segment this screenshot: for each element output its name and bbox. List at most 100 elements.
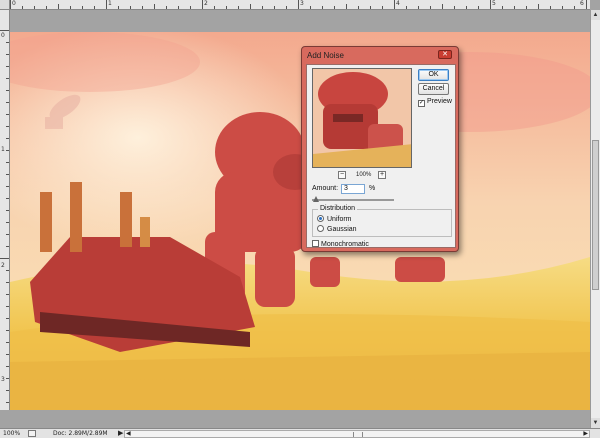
uniform-radio[interactable] <box>317 215 324 222</box>
zoom-in-button[interactable]: + <box>378 171 386 179</box>
status-bar: 100% Doc: 2.89M/2.89M ▶ ◀ ▶ <box>0 428 600 438</box>
close-icon[interactable]: ✕ <box>438 50 452 59</box>
ruler-tick <box>298 0 299 9</box>
dialog-title[interactable]: Add Noise <box>302 47 458 63</box>
ruler-tick <box>190 6 191 9</box>
document-size: Doc: 2.89M/2.89M <box>53 430 108 437</box>
gaussian-label: Gaussian <box>327 226 357 233</box>
cancel-button[interactable]: Cancel <box>418 83 449 95</box>
ruler-tick <box>262 6 263 9</box>
ruler-tick <box>6 102 9 103</box>
ruler-tick <box>6 114 9 115</box>
horizontal-scrollbar[interactable]: ◀ ▶ <box>124 430 590 438</box>
ruler-tick <box>106 0 107 9</box>
ruler-tick <box>34 6 35 9</box>
ruler-tick <box>6 282 9 283</box>
dialog-body: − 100% + OK Cancel ✓ Preview Amount: 3 % … <box>306 64 456 248</box>
ok-button[interactable]: OK <box>418 69 449 81</box>
ruler-tick <box>70 6 71 9</box>
ruler-tick <box>406 6 407 9</box>
ruler-label: 6 <box>580 0 584 7</box>
ruler-tick <box>562 6 563 9</box>
document-workspace[interactable] <box>10 10 590 410</box>
ruler-tick <box>550 6 551 9</box>
ruler-tick <box>274 6 275 9</box>
ruler-tick <box>118 6 119 9</box>
ruler-tick <box>226 6 227 9</box>
vertical-ruler[interactable]: 0 1 2 3 <box>0 10 10 410</box>
status-options-icon[interactable] <box>28 430 36 437</box>
monochromatic-row[interactable]: Monochromatic <box>312 240 369 248</box>
ruler-label: 1 <box>1 146 5 153</box>
preview-label: Preview <box>427 98 452 105</box>
monochromatic-label: Monochromatic <box>321 241 369 248</box>
status-menu-arrow-icon[interactable]: ▶ <box>118 429 123 437</box>
ruler-tick <box>142 6 143 9</box>
scroll-right-icon[interactable]: ▶ <box>583 430 588 437</box>
horizontal-ruler[interactable]: 0 1 2 3 4 5 6 <box>10 0 590 10</box>
ruler-tick <box>322 6 323 9</box>
vertical-scrollbar[interactable]: ▲ ▼ <box>590 10 600 428</box>
ruler-label: 5 <box>492 0 496 7</box>
ruler-label: 4 <box>396 0 400 7</box>
ruler-tick <box>6 78 9 79</box>
amount-label: Amount: <box>312 185 339 192</box>
gaussian-radio[interactable] <box>317 225 324 232</box>
scroll-thumb-grip[interactable] <box>353 432 363 437</box>
ruler-tick <box>6 54 9 55</box>
ruler-tick <box>574 6 575 9</box>
preview-checkbox[interactable]: ✓ <box>418 100 425 107</box>
monochromatic-checkbox[interactable] <box>312 240 319 247</box>
filter-preview[interactable] <box>312 68 412 168</box>
scroll-left-icon[interactable]: ◀ <box>126 430 131 437</box>
add-noise-dialog: Add Noise ✕ − 100% + OK Cancel ✓ Preview… <box>301 46 459 252</box>
ruler-tick <box>6 42 9 43</box>
ruler-tick <box>6 234 9 235</box>
ruler-tick <box>58 4 59 9</box>
ruler-tick <box>394 0 395 9</box>
ruler-tick <box>0 258 9 259</box>
zoom-level[interactable]: 100% <box>3 430 20 437</box>
ruler-tick <box>6 294 9 295</box>
amount-row: Amount: 3 % <box>312 184 375 194</box>
ruler-tick <box>418 6 419 9</box>
ruler-tick <box>46 6 47 9</box>
ruler-tick <box>526 6 527 9</box>
amount-slider[interactable] <box>312 196 394 202</box>
ruler-origin[interactable] <box>0 0 10 10</box>
scroll-up-icon[interactable]: ▲ <box>591 10 600 20</box>
ruler-tick <box>310 6 311 9</box>
ruler-tick <box>6 318 9 319</box>
ruler-tick <box>6 306 9 307</box>
ruler-tick <box>502 6 503 9</box>
ruler-tick <box>514 6 515 9</box>
amount-unit: % <box>369 185 376 192</box>
photoshop-window: 0 1 2 3 4 5 6 0 1 2 3 ▲ ▼ 100% Doc: 2.89… <box>0 0 600 438</box>
uniform-label: Uniform <box>327 216 352 223</box>
scroll-thumb[interactable] <box>592 140 599 290</box>
ruler-label: 2 <box>1 262 5 269</box>
preview-checkbox-row[interactable]: ✓ Preview <box>418 98 452 107</box>
gaussian-option[interactable]: Gaussian <box>317 225 357 233</box>
distribution-group: Distribution Uniform Gaussian <box>312 205 452 237</box>
ruler-tick <box>250 4 251 9</box>
ruler-tick <box>6 330 9 331</box>
amount-input[interactable]: 3 <box>341 184 365 194</box>
ruler-tick <box>6 378 9 379</box>
artwork-canvas[interactable] <box>10 32 590 410</box>
ruler-label: 0 <box>12 0 16 7</box>
ruler-tick <box>238 6 239 9</box>
scroll-down-icon[interactable]: ▼ <box>591 418 600 428</box>
ruler-tick <box>10 0 11 9</box>
ruler-label: 2 <box>204 0 208 7</box>
zoom-out-button[interactable]: − <box>338 171 346 179</box>
ruler-tick <box>6 162 9 163</box>
uniform-option[interactable]: Uniform <box>317 215 352 223</box>
ruler-label: 0 <box>1 32 5 39</box>
ruler-tick <box>6 270 9 271</box>
ruler-tick <box>6 66 9 67</box>
ruler-tick <box>478 6 479 9</box>
preview-zoom-value: 100% <box>356 172 372 178</box>
amount-slider-knob[interactable] <box>313 196 319 202</box>
ruler-tick <box>6 402 9 403</box>
